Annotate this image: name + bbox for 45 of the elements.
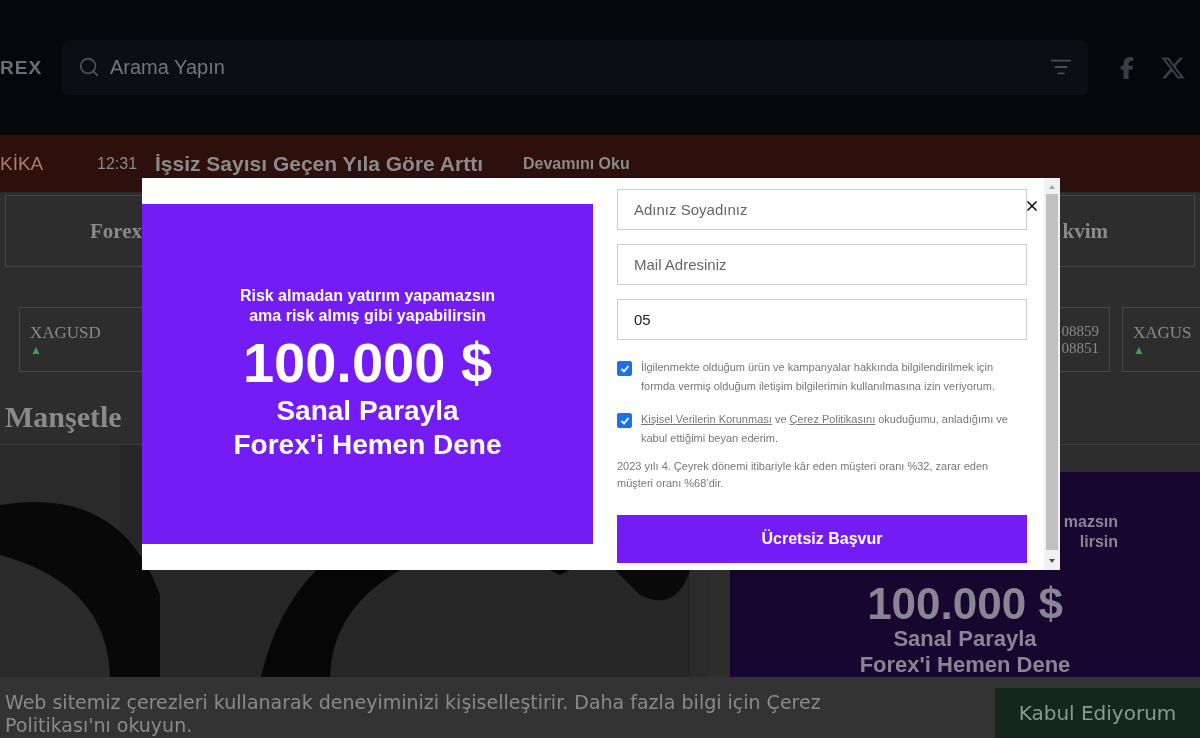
ad-tagline: mazsın bbox=[1063, 512, 1118, 532]
link[interactable]: Çerez Politikasını bbox=[789, 413, 876, 425]
x-icon[interactable] bbox=[1160, 54, 1186, 81]
trend-arrow: ▲ bbox=[1133, 342, 1145, 357]
search-icon bbox=[78, 56, 100, 78]
accept-button[interactable]: Kabul Ediyorum bbox=[995, 688, 1200, 738]
nav-item[interactable]: Forex bbox=[90, 218, 143, 244]
link[interactable]: Kişisel Verilerin Korunması bbox=[641, 413, 772, 425]
ad-tagline: lirsin bbox=[1079, 532, 1118, 552]
checkbox[interactable] bbox=[617, 361, 632, 376]
promo-amount: 100.000 $ bbox=[242, 332, 493, 394]
ad-title: Forex'i Hemen Dene bbox=[859, 652, 1071, 678]
breaking-label: KİKA bbox=[0, 152, 45, 175]
ad-amount: 100.000 $ bbox=[867, 582, 1063, 626]
ticker-price: 08859 bbox=[1061, 322, 1099, 340]
trend-arrow: ▲ bbox=[30, 342, 42, 357]
submit-button[interactable]: Ücretsiz Başvur bbox=[617, 515, 1027, 563]
news-headline: İşsiz Sayısı Geçen Yıla Göre Arttı bbox=[155, 151, 483, 176]
section-title: Manşetle bbox=[5, 400, 122, 435]
scrollbar[interactable] bbox=[1044, 178, 1060, 570]
consent-text: İlgilenmekte olduğum ürün ve kampanyalar hakkında bilgilendirilmek için formda vermiş olduğum iletişim bilgilerimin kullanılmasına izin veriyorum. bbox=[641, 360, 996, 394]
ticker-card[interactable]: XAGUS ▲ bbox=[1122, 307, 1200, 372]
logo: REX bbox=[0, 56, 44, 79]
checkmark-icon bbox=[619, 363, 630, 374]
news-time: 12:31 bbox=[97, 154, 139, 173]
checkbox[interactable] bbox=[617, 413, 632, 428]
input-field[interactable]: Adınız Soyadınız bbox=[617, 189, 1027, 230]
ticker-price: 08851 bbox=[1061, 339, 1099, 357]
ad-title: Sanal Parayla bbox=[893, 626, 1037, 652]
read-more-link[interactable]: Devamını Oku bbox=[523, 154, 630, 173]
ticker-symbol: XAGUS bbox=[1133, 322, 1192, 343]
disclaimer-text: 2023 yılı 4. Çeyrek dönemi itibariyle kâr eden müşteri oranı %32, zarar eden müşteri oranı %68’dir. bbox=[617, 459, 990, 491]
ticker-symbol: XAGUSD bbox=[30, 322, 101, 343]
close-button[interactable] bbox=[1024, 198, 1040, 214]
promo-tagline: Risk almadan yatırım yapamazsın bbox=[239, 286, 496, 306]
cookie-message: Web sitemiz çerezleri kullanarak deneyiminizi kişiselleştirir. Daha fazla bilgi için Çerez Politikası'nı okuyun. bbox=[5, 691, 822, 738]
consent-text: Kişisel Verilerin Korunması ve Çerez Politikasını okuduğumu, anladığımı ve kabul ettiğimi beyan ederim. bbox=[641, 412, 1009, 446]
promo-title: Sanal Parayla bbox=[276, 394, 459, 428]
search-field[interactable]: Arama Yapın bbox=[62, 40, 1088, 95]
checkmark-icon bbox=[619, 415, 630, 426]
promo-title: Forex'i Hemen Dene bbox=[233, 428, 502, 462]
nav-item[interactable]: kvim bbox=[1062, 218, 1108, 244]
input-field[interactable]: Mail Adresiniz bbox=[617, 244, 1027, 285]
promo-tagline: ama risk almış gibi yapabilirsin bbox=[249, 306, 486, 326]
input-field[interactable]: 05 bbox=[617, 299, 1027, 340]
